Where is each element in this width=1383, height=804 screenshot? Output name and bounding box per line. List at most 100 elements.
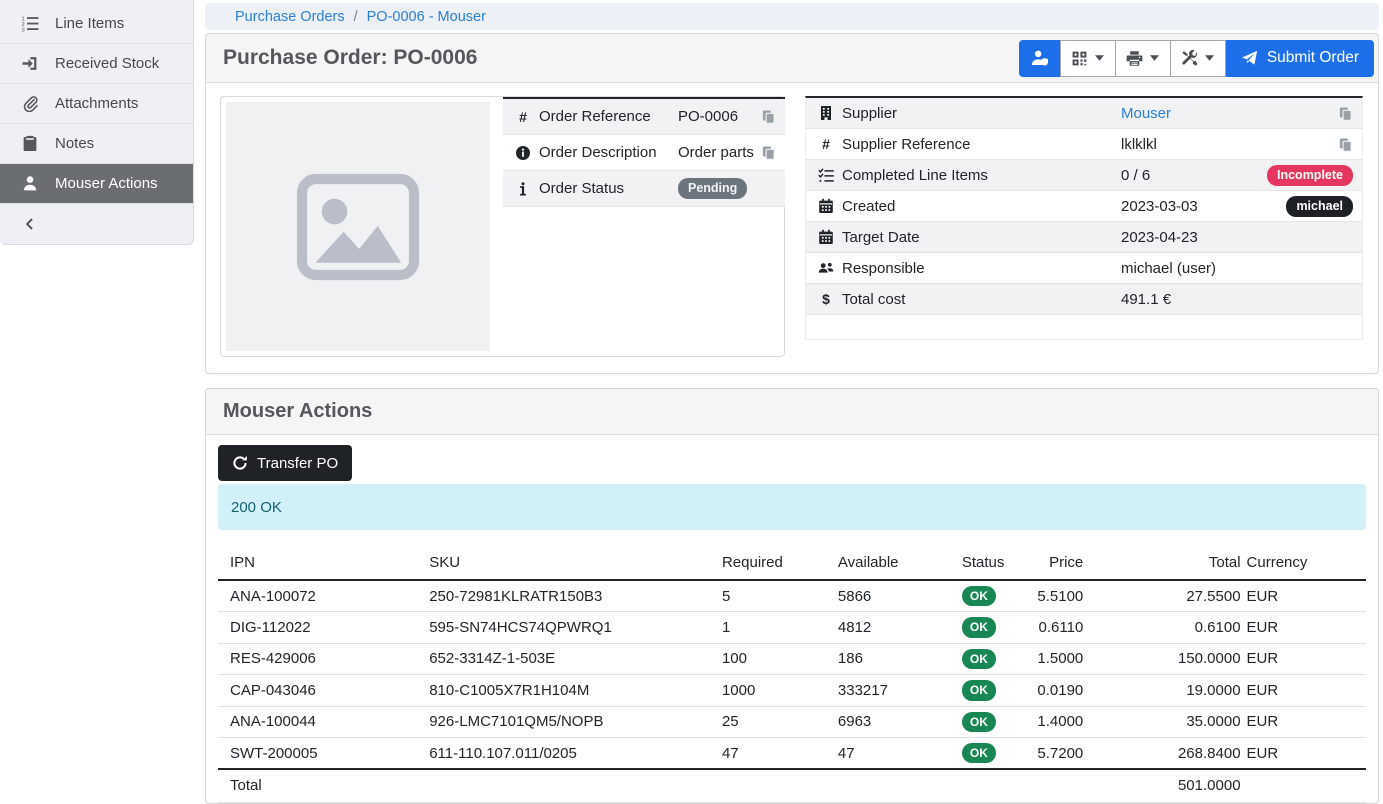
sidebar-item-label: Line Items: [55, 15, 124, 32]
breadcrumb-separator: /: [354, 9, 358, 25]
cell-available: 5866: [838, 580, 962, 612]
copy-icon[interactable]: [1338, 137, 1353, 152]
detail-label: Order Reference: [539, 108, 678, 125]
col-header-required: Required: [722, 549, 838, 580]
part-image-placeholder: [226, 102, 490, 351]
transfer-po-button[interactable]: Transfer PO: [218, 445, 352, 481]
submit-order-label: Submit Order: [1267, 49, 1359, 67]
caret-down-icon: [1150, 55, 1159, 61]
detail-row-responsible: Responsiblemichael (user): [806, 253, 1362, 284]
detail-label: Total cost: [842, 291, 1121, 308]
sidebar-item-line-items[interactable]: 123 Line Items: [0, 4, 193, 44]
sidebar: 123 Line Items Received Stock Attachments No…: [0, 0, 194, 245]
cell-required: 5: [722, 580, 838, 612]
calendar-icon: [818, 229, 834, 245]
paperclip-icon: [21, 95, 39, 112]
cell-required: 47: [722, 737, 838, 769]
footer-currency-spacer: [1247, 769, 1366, 803]
detail-extras: [1338, 106, 1353, 121]
breadcrumb-link-purchase-orders[interactable]: Purchase Orders: [235, 9, 345, 25]
cell-sku: 926-LMC7101QM5/NOPB: [429, 706, 722, 737]
detail-label: Order Description: [539, 144, 678, 161]
detail-row-order-reference: # Order ReferencePO-0006: [503, 99, 785, 135]
ok-status-badge: OK: [962, 743, 996, 763]
col-header-ipn: IPN: [218, 549, 429, 580]
detail-extras: Incomplete: [1267, 165, 1353, 186]
options-dropdown-button[interactable]: [1170, 40, 1226, 77]
cell-ipn: RES-429006: [218, 643, 429, 674]
col-header-total: Total: [1089, 549, 1246, 580]
cell-ipn: SWT-200005: [218, 737, 429, 769]
detail-row-target-date: Target Date2023-04-23: [806, 222, 1362, 253]
col-header-available: Available: [838, 549, 962, 580]
col-header-sku: SKU: [429, 549, 722, 580]
sidebar-item-label: Received Stock: [55, 55, 159, 72]
svg-text:3: 3: [22, 27, 25, 32]
copy-icon[interactable]: [761, 109, 776, 124]
cell-currency: EUR: [1247, 675, 1366, 706]
chevron-left-icon: [23, 217, 36, 231]
sidebar-item-mouser-actions[interactable]: Mouser Actions: [0, 164, 193, 204]
cell-required: 1: [722, 612, 838, 643]
copy-icon[interactable]: [761, 145, 776, 160]
cell-available: 333217: [838, 675, 962, 706]
image-icon: [294, 171, 422, 283]
table-row: DIG-112022595-SN74HCS74QPWRQ114812OK0.61…: [218, 612, 1366, 643]
cell-required: 25: [722, 706, 838, 737]
cell-ipn: CAP-043046: [218, 675, 429, 706]
cell-total: 27.5500: [1089, 580, 1246, 612]
user-actions-button[interactable]: [1019, 40, 1061, 77]
order-summary-card: # Order ReferencePO-0006 Order Description…: [220, 96, 785, 357]
copy-icon[interactable]: [1338, 106, 1353, 121]
sidebar-item-attachments[interactable]: Attachments: [0, 84, 193, 124]
sidebar-item-label: Attachments: [55, 95, 138, 112]
sidebar-collapse-button[interactable]: [0, 204, 193, 244]
table-footer-row: Total501.0000: [218, 769, 1366, 803]
qrcode-icon: [1071, 50, 1088, 67]
footer-total-label: Total: [218, 769, 429, 803]
cell-price: 5.7200: [1027, 737, 1089, 769]
cell-price: 1.4000: [1027, 706, 1089, 737]
col-header-price: Price: [1027, 549, 1089, 580]
detail-row-completed-line-items: Completed Line Items0 / 6Incomplete: [806, 160, 1362, 191]
hash-icon: #: [515, 109, 531, 125]
refresh-icon: [232, 455, 248, 471]
breadcrumb-link-current-order[interactable]: PO-0006 - Mouser: [367, 9, 486, 25]
cell-total: 268.8400: [1089, 737, 1246, 769]
sidebar-items: 123 Line Items Received Stock Attachments No…: [0, 4, 193, 204]
mouser-actions-panel-header: Mouser Actions: [206, 389, 1378, 435]
barcode-dropdown-button[interactable]: [1060, 40, 1116, 77]
detail-row-supplier-reference: #Supplier Referencelklklkl: [806, 129, 1362, 160]
transfer-po-label: Transfer PO: [257, 455, 338, 472]
supplier-link[interactable]: Mouser: [1121, 105, 1338, 122]
cell-sku: 595-SN74HCS74QPWRQ1: [429, 612, 722, 643]
supplier-details-table: SupplierMouser #Supplier Referencelklklkl…: [805, 96, 1363, 340]
submit-order-button[interactable]: Submit Order: [1226, 40, 1374, 77]
calendar-icon: [818, 198, 834, 214]
detail-label: Supplier: [842, 105, 1121, 122]
cell-price: 5.5100: [1027, 580, 1089, 612]
detail-label: Completed Line Items: [842, 167, 1121, 184]
ok-status-badge: OK: [962, 649, 996, 669]
ok-status-badge: OK: [962, 586, 996, 606]
mouser-actions-panel: Mouser Actions Transfer PO 200 OK IPNSKU…: [205, 388, 1379, 804]
svg-text:#: #: [822, 136, 830, 152]
info-icon: [515, 181, 531, 197]
sidebar-item-notes[interactable]: Notes: [0, 124, 193, 164]
detail-value: 2023-04-23: [1121, 229, 1353, 246]
print-dropdown-button[interactable]: [1115, 40, 1171, 77]
cell-available: 4812: [838, 612, 962, 643]
sidebar-item-received-stock[interactable]: Received Stock: [0, 44, 193, 84]
ok-status-badge: OK: [962, 617, 996, 637]
status-alert: 200 OK: [218, 484, 1366, 530]
detail-value: lklklkl: [1121, 136, 1338, 153]
cell-currency: EUR: [1247, 580, 1366, 612]
list-ol-icon: 123: [21, 15, 39, 32]
dollar-icon: $: [818, 291, 834, 307]
sidebar-item-label: Notes: [55, 135, 94, 152]
detail-value: PO-0006: [678, 108, 761, 125]
table-row: ANA-100044926-LMC7101QM5/NOPB256963OK1.4…: [218, 706, 1366, 737]
cell-sku: 250-72981KLRATR150B3: [429, 580, 722, 612]
caret-down-icon: [1205, 55, 1214, 61]
cell-status: OK: [962, 580, 1027, 612]
